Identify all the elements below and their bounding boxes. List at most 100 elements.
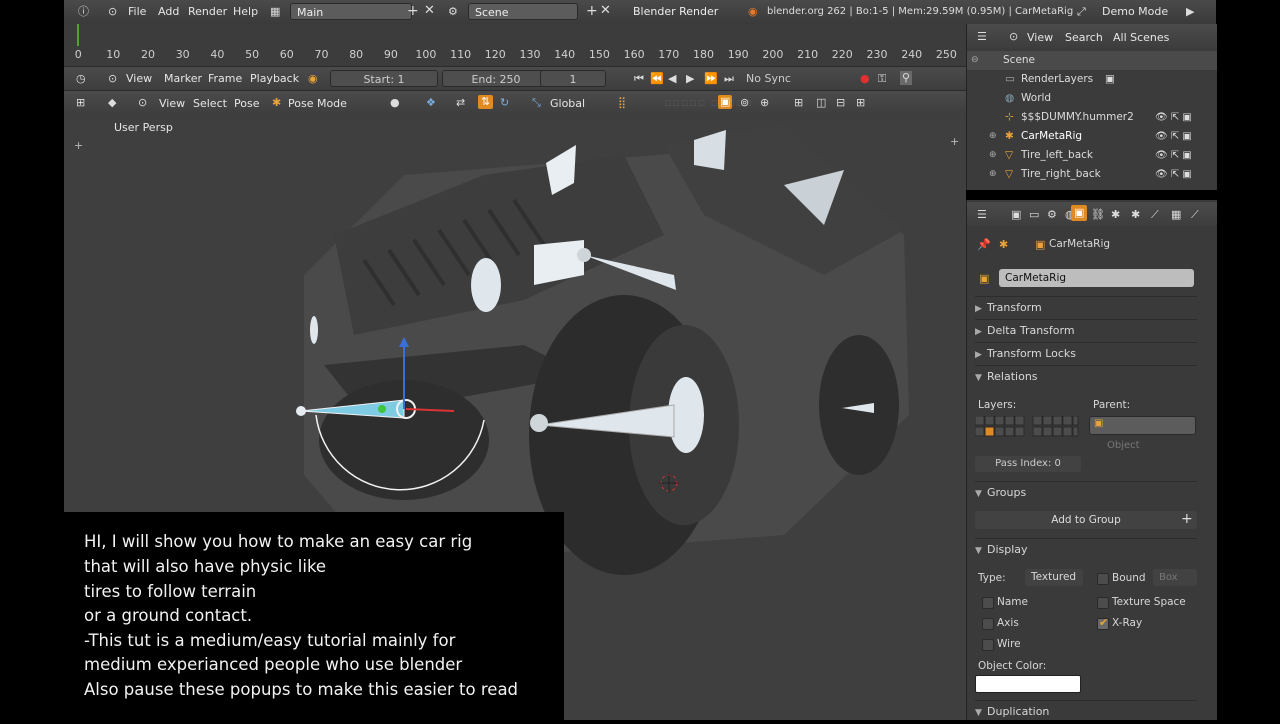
timeline-menu-marker[interactable]: Marker (164, 72, 202, 85)
section-display[interactable]: ▼ Display (975, 538, 1197, 561)
section-delta-transform[interactable]: ▶ Delta Transform (975, 319, 1197, 342)
pivot-point-icon[interactable]: ❖ (426, 96, 436, 110)
parent-field[interactable]: ▣ (1089, 416, 1196, 435)
scale-manipulator-icon[interactable]: ⤡ (532, 96, 541, 110)
section-groups[interactable]: ▼ Groups (975, 481, 1197, 504)
pass-index-field[interactable]: Pass Index: 0 (975, 456, 1081, 472)
timeline-menu-playback[interactable]: Playback (250, 72, 299, 85)
editor-type-icon[interactable]: ⓘ (78, 5, 89, 19)
visibility-eye-icon[interactable]: 👁 ⇱ ▣ (1155, 127, 1215, 146)
manipulator-toggle-icon[interactable]: ⇄ (456, 96, 465, 110)
demo-mode-label[interactable]: Demo Mode (1102, 5, 1168, 18)
add-group-plus-icon[interactable]: + (1181, 512, 1193, 526)
play-reverse-icon[interactable]: ◀ (668, 72, 676, 86)
expand-arrow-icon[interactable]: ⊕ (989, 127, 997, 146)
bound-type-dropdown[interactable]: Box (1153, 569, 1197, 586)
viewport-menu-toggle-icon[interactable]: ⊙ (138, 96, 147, 110)
constraints-tab-icon[interactable]: ⛓ (1091, 208, 1105, 222)
visibility-eye-icon[interactable]: 👁 ⇱ ▣ (1155, 146, 1215, 165)
texture-space-checkbox[interactable] (1097, 597, 1109, 609)
bound-checkbox[interactable] (1097, 573, 1109, 585)
wire-checkbox[interactable] (982, 639, 994, 651)
layer-grid[interactable] (974, 415, 1079, 438)
timeline-collapse-icon[interactable]: ⊙ (108, 72, 117, 86)
shading-solid-icon[interactable]: ● (390, 96, 400, 110)
orientation-dropdown[interactable]: Global (550, 97, 585, 110)
menu-add[interactable]: Add (158, 5, 179, 18)
visibility-eye-icon[interactable]: 👁 ⇱ ▣ (1155, 108, 1215, 127)
bone-tab-icon[interactable]: ⟋ (1151, 208, 1159, 222)
axis-checkbox[interactable] (982, 618, 994, 630)
viewport-editor-icon[interactable]: ⊞ (76, 96, 85, 110)
object-tab-icon[interactable]: ▣ (1071, 205, 1088, 221)
start-frame-field[interactable]: Start: 1 (330, 70, 438, 87)
lock-camera-icon[interactable]: ▣ (718, 95, 733, 109)
menu-help[interactable]: Help (233, 5, 258, 18)
render-engine-dropdown[interactable]: Blender Render (627, 3, 737, 20)
expand-arrow-icon[interactable]: ⊕ (989, 146, 997, 165)
timeline-menu-view[interactable]: View (126, 72, 152, 85)
outliner-menu-search[interactable]: Search (1065, 31, 1103, 44)
remove-screen-icon[interactable]: ✕ (424, 4, 435, 18)
jump-end-icon[interactable]: ⏭ (724, 72, 734, 86)
translate-manipulator-icon[interactable]: ⇅ (478, 95, 494, 109)
play-icon[interactable]: ▶ (1186, 5, 1194, 19)
viewport-menu-select[interactable]: Select (193, 97, 227, 110)
proportional-edit-icon[interactable]: ⊚ (740, 96, 749, 110)
keying-preview-icon[interactable]: ◉ (308, 72, 318, 86)
add-scene-icon[interactable]: + (586, 4, 598, 18)
layers-icon[interactable]: ⣿ (618, 96, 626, 110)
viewport-menu-pose[interactable]: Pose (234, 97, 259, 110)
viewport-collapse-icon[interactable]: ◆ (108, 96, 116, 110)
play-forward-icon[interactable]: ▶ (686, 72, 694, 86)
menu-file[interactable]: File (128, 5, 146, 18)
auto-key-icon[interactable]: ⚲ (900, 71, 913, 85)
menu-collapse-icon[interactable]: ⊙ (108, 5, 117, 19)
prev-keyframe-icon[interactable]: ⏪ (650, 72, 664, 86)
timeline-editor-icon[interactable]: ◷ (76, 72, 86, 86)
xray-checkbox[interactable]: ✔ (1097, 616, 1109, 630)
outliner-menu-view[interactable]: View (1027, 31, 1053, 44)
add-to-group-button[interactable]: Add to Group (975, 511, 1197, 529)
remove-scene-icon[interactable]: ✕ (600, 4, 611, 18)
restrict-columns[interactable]: 👁 ⇱ ▣ 👁 ⇱ ▣ 👁 ⇱ ▣ 👁 ⇱ ▣ (1155, 108, 1215, 184)
current-frame-field[interactable]: 1 (540, 70, 606, 87)
scene-field[interactable]: Scene (468, 3, 578, 20)
opengl-render-icon[interactable]: ⊟ (836, 96, 845, 110)
scene-tab-icon[interactable]: ⚙ (1047, 208, 1057, 222)
viewport-menu-view[interactable]: View (159, 97, 185, 110)
expand-arrow-icon[interactable]: ⊖ (971, 51, 979, 70)
next-keyframe-icon[interactable]: ⏩ (704, 72, 718, 86)
add-screen-icon[interactable]: + (407, 4, 419, 18)
snap-element-icon[interactable]: ⊞ (794, 96, 803, 110)
outliner-filter-dropdown[interactable]: All Scenes (1113, 31, 1169, 44)
render-tab-icon[interactable]: ▣ (1011, 208, 1021, 222)
outliner-item-renderlayers[interactable]: ▭ RenderLayers ▣ (967, 70, 1217, 89)
renderlayer-tab-icon[interactable]: ▭ (1029, 208, 1039, 222)
properties-editor-icon[interactable]: ☰ (977, 208, 987, 222)
fullscreen-icon[interactable]: ⤢ (1077, 5, 1086, 19)
parent-type-field[interactable]: Object (1089, 438, 1194, 454)
snap-toggle-icon[interactable]: ⊕ (760, 96, 769, 110)
record-icon[interactable]: ● (860, 72, 870, 86)
physics-tab-icon[interactable]: ⟋ (1191, 208, 1199, 222)
outliner-collapse-icon[interactable]: ⊙ (1009, 30, 1018, 44)
sync-mode-dropdown[interactable]: No Sync (740, 70, 840, 87)
opengl-anim-icon[interactable]: ⊞ (856, 96, 865, 110)
timeline-menu-frame[interactable]: Frame (208, 72, 242, 85)
object-color-swatch[interactable] (975, 675, 1081, 693)
keying-set-icon[interactable]: ⚿ (878, 72, 886, 86)
timeline-ruler[interactable] (64, 24, 966, 66)
data-tab-icon[interactable]: ✱ (1131, 208, 1140, 222)
modifiers-tab-icon[interactable]: ✱ (1111, 208, 1120, 222)
screen-layout-field[interactable]: Main (290, 3, 412, 20)
end-frame-field[interactable]: End: 250 (442, 70, 550, 87)
expand-arrow-icon[interactable]: ⊕ (989, 165, 997, 184)
visibility-eye-icon[interactable]: 👁 ⇱ ▣ (1155, 165, 1215, 184)
name-checkbox[interactable] (982, 597, 994, 609)
section-transform-locks[interactable]: ▶ Transform Locks (975, 342, 1197, 365)
snap-target-icon[interactable]: ◫ (816, 96, 826, 110)
outliner-item-world[interactable]: ◍ World (967, 89, 1217, 108)
screen-layout-icon[interactable]: ▦ (270, 5, 280, 19)
object-name-field[interactable]: CarMetaRig (999, 269, 1194, 287)
